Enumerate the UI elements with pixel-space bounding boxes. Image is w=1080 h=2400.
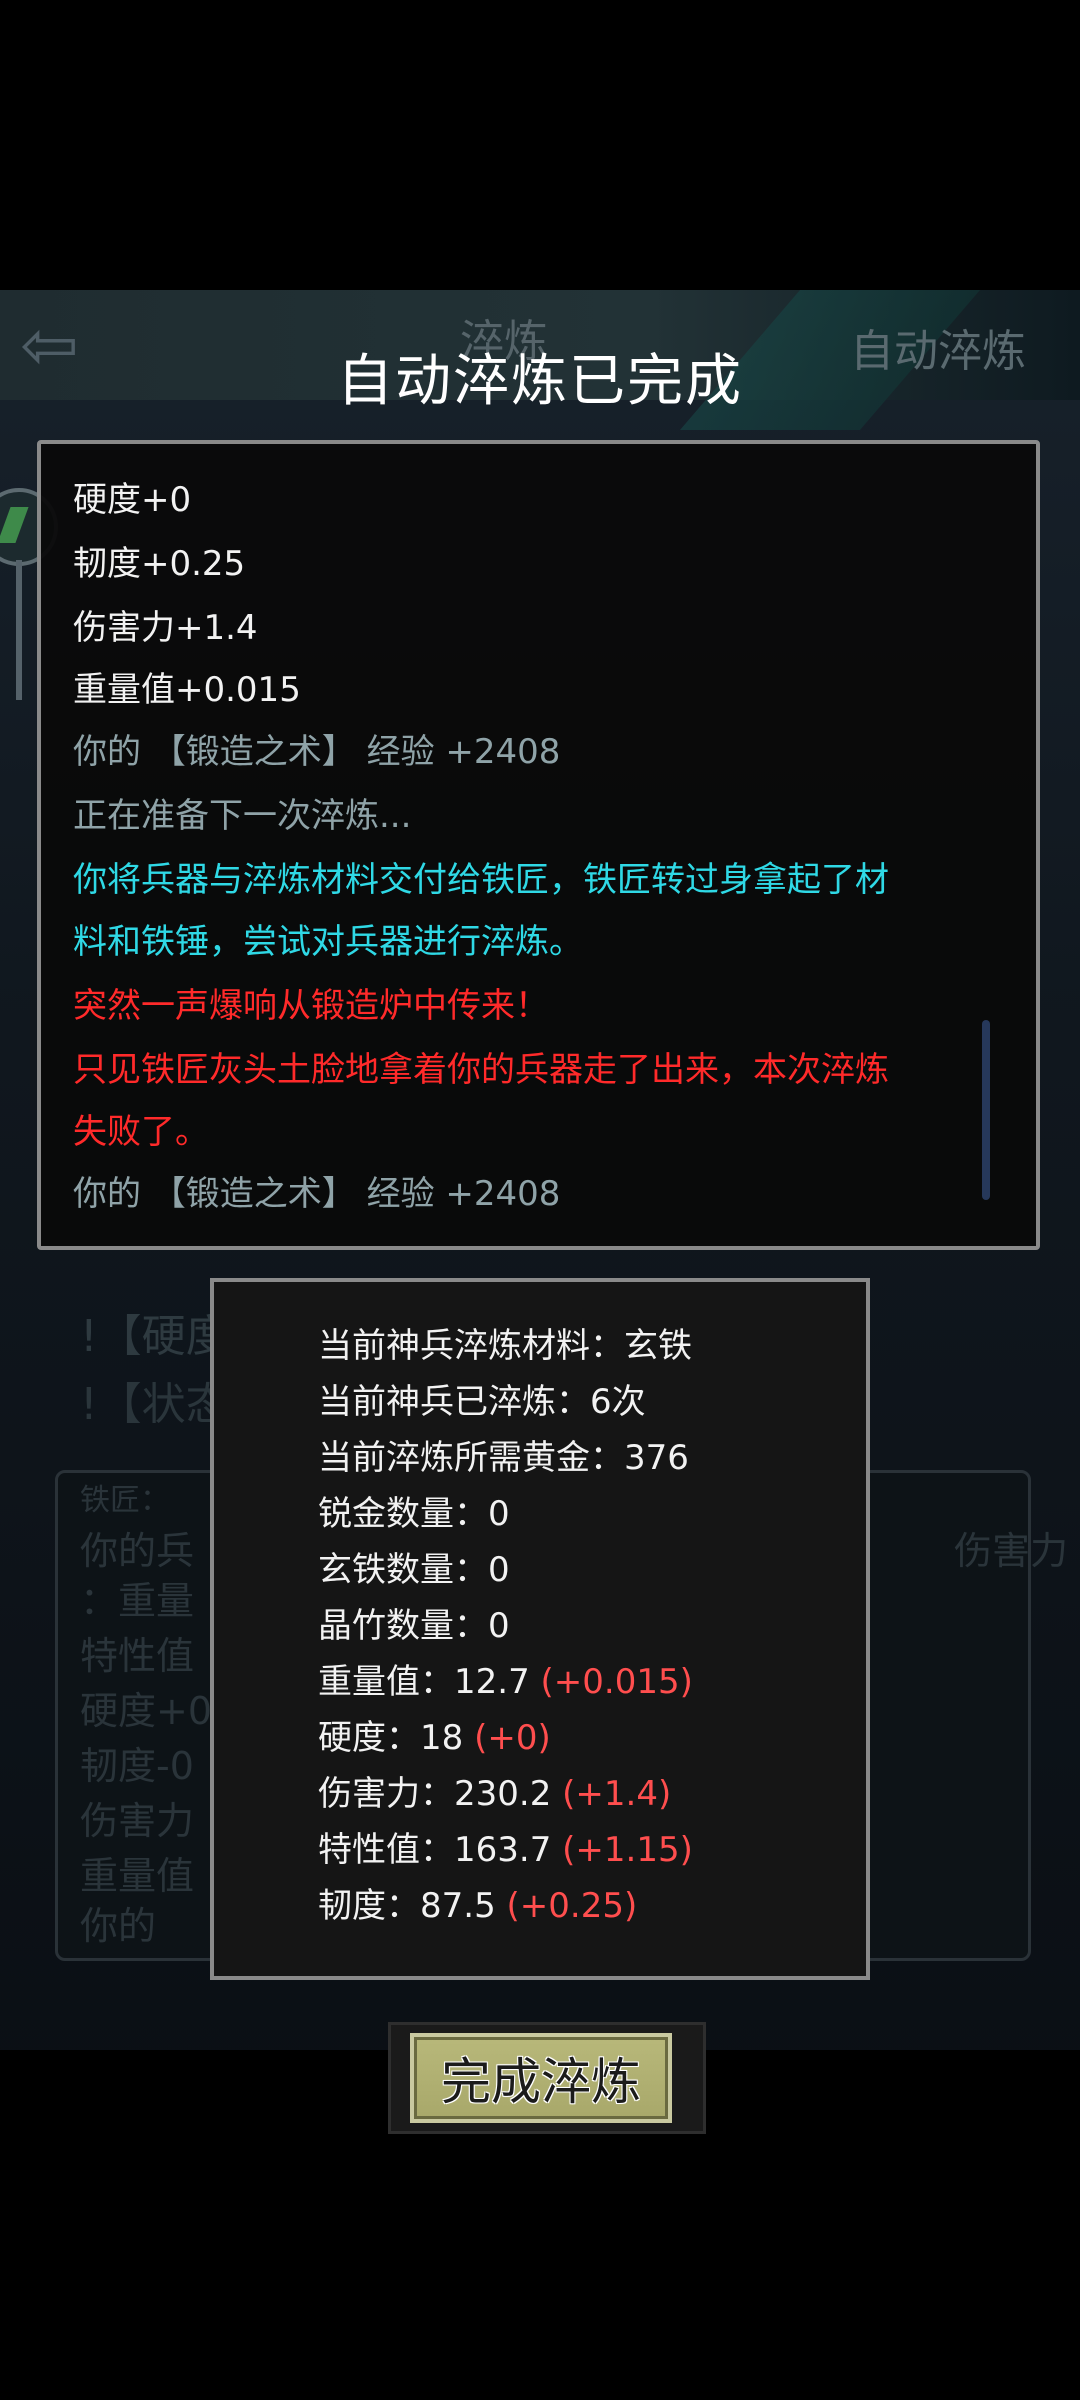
log-line: 韧度+0.25 [73,544,246,584]
stat-label: 玄铁数量：0 [318,1550,510,1590]
stat-label: 特性值：163.7 [318,1830,563,1870]
stat-delta: (+1.15) [562,1830,693,1870]
stat-delta: (+0) [474,1718,551,1758]
stat-delta: (+1.4) [562,1774,672,1814]
dialog-title: 自动淬炼已完成 [337,349,743,414]
stat-line: 伤害力：230.2 (+1.4) [318,1766,671,1822]
stat-delta: (+0.25) [506,1886,638,1926]
log-line: 重量值+0.015 [73,670,301,710]
stat-line: 玄铁数量：0 [318,1542,510,1598]
background-log-line: 硬度+0 [80,1689,213,1733]
background-log-line: 你的 [80,1904,157,1948]
stat-line: 硬度：18 (+0) [318,1710,551,1766]
stat-label: 当前神兵已淬炼：6次 [318,1382,646,1422]
stat-label: 晶竹数量：0 [318,1606,510,1646]
stat-delta: (+0.015) [540,1662,693,1702]
background-side-bar [16,560,22,700]
log-line: 你将兵器与淬炼材料交付给铁匠，铁匠转过身拿起了材 [73,860,889,900]
log-scrollbar[interactable] [982,1020,990,1200]
log-line: 正在准备下一次淬炼... [73,796,412,836]
stat-line: 当前神兵淬炼材料：玄铁 [318,1318,692,1374]
log-line: 突然一声爆响从锻造炉中传来！ [73,986,549,1026]
log-line: 失败了。 [73,1112,209,1152]
stat-line: 晶竹数量：0 [318,1598,510,1654]
background-log-line: 韧度-0 [80,1744,194,1788]
log-line: 硬度+0 [73,480,192,520]
stat-label: 当前淬炼所需黄金：376 [318,1438,689,1478]
stat-label: 硬度：18 [318,1718,475,1758]
log-line: 你的 【锻造之术】 经验 +2408 [73,1174,561,1214]
background-log-line: 伤害力 [80,1799,195,1843]
finish-refine-button[interactable]: 完成淬炼 [410,2033,672,2123]
stat-line: 韧度：87.5 (+0.25) [318,1878,637,1934]
stat-line: 锐金数量：0 [318,1486,510,1542]
stat-label: 伤害力：230.2 [318,1774,563,1814]
stat-line: 当前神兵已淬炼：6次 [318,1374,646,1430]
stat-line: 重量值：12.7 (+0.015) [318,1654,693,1710]
stat-label: 当前神兵淬炼材料：玄铁 [318,1326,692,1366]
stat-line: 当前淬炼所需黄金：376 [318,1430,689,1486]
log-line: 只见铁匠灰头土脸地拿着你的兵器走了出来，本次淬炼 [73,1050,889,1090]
stat-label: 重量值：12.7 [318,1662,541,1702]
stat-line: 特性值：163.7 (+1.15) [318,1822,693,1878]
background-log-line: 重量值 [80,1854,195,1898]
background-log-line: 特性值 [80,1634,195,1678]
stat-label: 韧度：87.5 [318,1886,507,1926]
log-line: 你的 【锻造之术】 经验 +2408 [73,732,561,772]
log-line: 伤害力+1.4 [73,608,258,648]
log-line: 料和铁锤，尝试对兵器进行淬炼。 [73,922,583,962]
stat-label: 锐金数量：0 [318,1494,510,1534]
background-log-line: 铁匠： [80,1483,170,1518]
background-log-line: ：重量 [80,1579,195,1623]
